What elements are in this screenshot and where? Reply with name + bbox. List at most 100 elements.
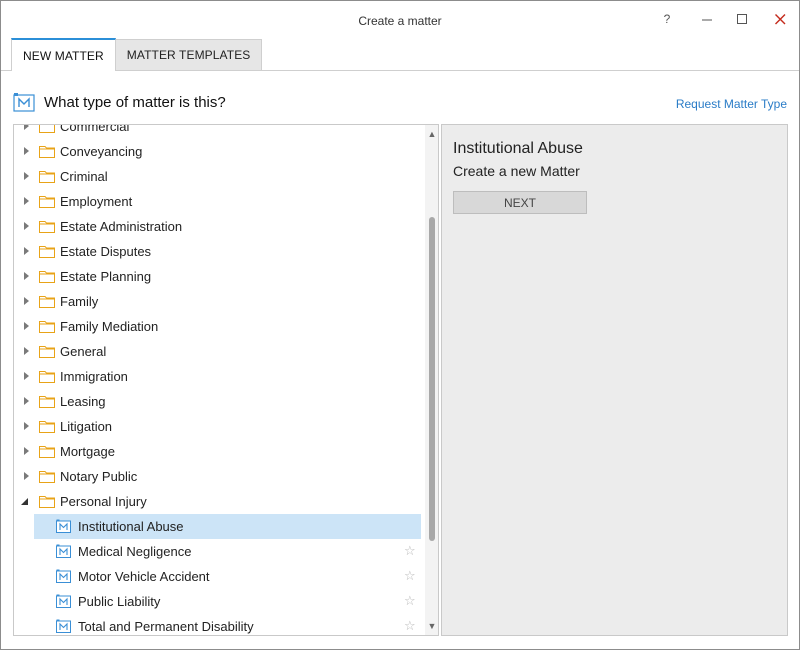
folder-icon [39,371,55,383]
tree-category-row[interactable]: Family Mediation [14,314,424,339]
tree-category-row[interactable]: Employment [14,189,424,214]
tree-category-label: Notary Public [60,469,138,484]
collapsed-arrow-icon[interactable] [24,222,29,230]
tree-category-label: Estate Disputes [60,244,152,259]
folder-icon [39,496,55,508]
close-icon [774,13,785,24]
maximize-icon [736,13,747,24]
next-button[interactable]: NEXT [453,191,587,214]
tree-matter-label: Institutional Abuse [78,519,184,534]
tree-category-label: General [60,344,107,359]
tree-category-row[interactable]: Immigration [14,364,424,389]
tree-category-label: Commercial [60,124,130,134]
collapsed-arrow-icon[interactable] [24,397,29,405]
collapsed-arrow-icon[interactable] [24,372,29,380]
tree-category-row[interactable]: Commercial [14,124,424,139]
collapsed-arrow-icon[interactable] [24,272,29,280]
collapsed-arrow-icon[interactable] [24,147,29,155]
favorite-star-icon[interactable]: ☆ [404,618,416,634]
collapsed-arrow-icon[interactable] [24,172,29,180]
help-icon[interactable]: ? [652,7,682,31]
tree-matter-label: Total and Permanent Disability [78,619,254,634]
tree-category-row[interactable]: Family [14,289,424,314]
folder-icon [39,271,55,283]
scroll-down-icon[interactable]: ▼ [425,619,438,633]
collapsed-arrow-icon[interactable] [24,322,29,330]
maximize-button[interactable] [727,7,757,31]
tree-matter-row[interactable]: Total and Permanent Disability ☆ [14,614,424,635]
matter-type-icon [13,93,35,112]
folder-icon [39,346,55,358]
expanded-arrow-icon[interactable] [21,498,28,505]
collapsed-arrow-icon[interactable] [24,247,29,255]
collapsed-arrow-icon[interactable] [24,297,29,305]
title-bar: Create a matter ? [1,1,799,37]
folder-icon [39,196,55,208]
tree-matter-row[interactable]: Medical Negligence ☆ [14,539,424,564]
selected-matter-title: Institutional Abuse [453,140,583,157]
tree-category-label: Mortgage [60,444,115,459]
tree-matter-row[interactable]: Public Liability ☆ [14,589,424,614]
tree-matter-label: Medical Negligence [78,544,192,559]
matter-type-icon [56,594,71,608]
tree-category-row[interactable]: Conveyancing [14,139,424,164]
tree-category-label: Litigation [60,419,113,434]
scroll-up-icon[interactable]: ▲ [425,127,438,141]
favorite-star-icon[interactable]: ☆ [404,543,416,559]
folder-icon [39,421,55,433]
folder-icon [39,146,55,158]
matter-type-icon [56,619,71,633]
tree-category-label: Estate Administration [60,219,183,234]
tree-category-row[interactable]: Criminal [14,164,424,189]
tree-matter-row[interactable]: Motor Vehicle Accident ☆ [14,564,424,589]
tree-category-label: Family Mediation [60,319,159,334]
tree-category-label: Personal Injury [60,494,147,509]
detail-panel: Institutional Abuse Create a new Matter … [441,124,788,636]
tab-new-matter[interactable]: NEW MATTER [11,38,116,71]
tree-category-row[interactable]: Estate Planning [14,264,424,289]
tree-category-row[interactable]: Estate Disputes [14,239,424,264]
matter-type-icon [56,569,71,583]
tree-category-row[interactable]: Litigation [14,414,424,439]
folder-icon [39,246,55,258]
tree-category-row[interactable]: Leasing [14,389,424,414]
tree-category-label: Criminal [60,169,108,184]
tab-matter-templates[interactable]: MATTER TEMPLATES [115,39,263,71]
matter-type-tree: Commercial Conveyancing Criminal Employment… [13,124,439,636]
minimize-icon [701,19,712,20]
folder-icon [39,296,55,308]
folder-icon [39,125,55,133]
tree-list: Commercial Conveyancing Criminal Employment… [14,124,424,635]
collapsed-arrow-icon[interactable] [24,422,29,430]
tree-category-row[interactable]: General [14,339,424,364]
collapsed-arrow-icon[interactable] [24,197,29,205]
tree-category-label: Immigration [60,369,128,384]
tree-category-label: Family [60,294,99,309]
collapsed-arrow-icon[interactable] [24,447,29,455]
tree-matter-row[interactable]: Institutional Abuse [34,514,421,539]
tree-scrollbar[interactable]: ▲ ▼ [425,125,438,635]
collapsed-arrow-icon[interactable] [24,472,29,480]
collapsed-arrow-icon[interactable] [24,347,29,355]
tree-category-row[interactable]: Notary Public [14,464,424,489]
matter-type-icon [56,544,71,558]
scroll-thumb[interactable] [429,217,435,541]
page-heading: What type of matter is this? [13,92,226,112]
tree-category-row[interactable]: Estate Administration [14,214,424,239]
folder-icon [39,396,55,408]
tree-category-row[interactable]: Mortgage [14,439,424,464]
tree-category-row[interactable]: Personal Injury [14,489,424,514]
folder-icon [39,321,55,333]
favorite-star-icon[interactable]: ☆ [404,568,416,584]
folder-icon [39,221,55,233]
minimize-button[interactable] [692,7,722,31]
collapsed-arrow-icon[interactable] [24,125,29,130]
page-title: What type of matter is this? [44,93,226,111]
request-matter-type-link[interactable]: Request Matter Type [676,97,787,111]
favorite-star-icon[interactable]: ☆ [404,593,416,609]
close-button[interactable] [765,7,795,31]
tab-divider [1,70,799,71]
tree-category-label: Employment [60,194,133,209]
tree-matter-label: Public Liability [78,594,161,609]
create-matter-window: Create a matter ? NEW MATTER MATTER TEMP… [0,0,800,650]
